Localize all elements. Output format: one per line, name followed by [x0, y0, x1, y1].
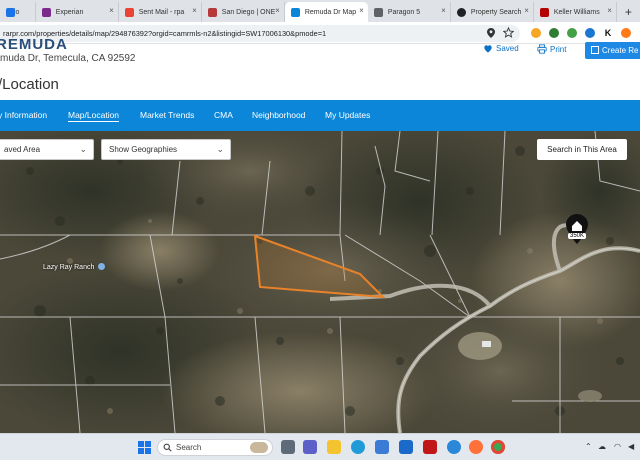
extension-icon[interactable]: [531, 28, 541, 38]
tab-paragon[interactable]: Paragon 5 ×: [368, 2, 451, 22]
satellite-map[interactable]: aved Area ⌄ Show Geographies ⌄ Search in…: [0, 131, 640, 433]
mcafee-icon[interactable]: [423, 440, 437, 454]
listing-marker-icon[interactable]: [566, 214, 588, 244]
tab-close-icon[interactable]: ×: [275, 6, 280, 15]
plus-icon: [591, 46, 599, 54]
tab-keller-williams[interactable]: Keller Williams ×: [534, 2, 617, 22]
search-highlight-icon: [250, 442, 268, 453]
property-header: REMUDA muda Dr, Temecula, CA 92592 /Loca…: [0, 36, 640, 100]
show-geographies-value: Show Geographies: [109, 145, 178, 154]
extensions-puzzle-icon[interactable]: [621, 28, 631, 38]
place-pin-icon: [98, 263, 106, 270]
create-report-button[interactable]: Create Re: [585, 42, 640, 59]
tab-label: Keller Williams: [553, 8, 600, 16]
tab-label: Remuda Dr Map: [304, 8, 357, 16]
print-label: Print: [550, 44, 567, 54]
chevron-down-icon: ⌄: [79, 144, 87, 154]
store-icon[interactable]: [375, 440, 389, 454]
property-nav: y Information Map/Location Market Trends…: [0, 100, 640, 131]
search-icon: [163, 443, 172, 452]
saved-label: Saved: [496, 44, 519, 53]
extension-icon[interactable]: [585, 28, 595, 38]
windows-taskbar: Search ⌃ ☁ ◠ ◀: [0, 433, 640, 460]
search-placeholder: Search: [176, 443, 202, 452]
tab-label: San Diego | ONE: [221, 8, 276, 16]
task-view-icon[interactable]: [281, 440, 295, 454]
saved-area-select[interactable]: aved Area ⌄: [0, 139, 94, 160]
tab-favicon: [290, 8, 300, 17]
tab-label: Property Search: [470, 8, 522, 16]
tab-io[interactable]: io: [0, 2, 36, 22]
property-title: REMUDA: [0, 36, 68, 53]
search-in-area-button[interactable]: Search in This Area: [537, 139, 627, 160]
tab-favicon: [6, 8, 15, 17]
extension-icon[interactable]: [567, 28, 577, 38]
extension-icon[interactable]: K: [603, 28, 613, 38]
tab-close-icon[interactable]: ×: [607, 6, 612, 15]
speaker-icon[interactable]: ◀: [628, 442, 634, 451]
heart-icon: [484, 45, 492, 53]
print-button[interactable]: Print: [537, 44, 566, 54]
satellite-terrain: [0, 131, 640, 433]
tab-map-location[interactable]: Map/Location: [68, 110, 120, 122]
tab-market-trends[interactable]: Market Trends: [140, 110, 194, 120]
gmail-icon: [124, 8, 134, 17]
location-pin-icon[interactable]: [487, 28, 495, 38]
tab-label: Paragon 5: [387, 8, 421, 16]
edge-icon[interactable]: [351, 440, 365, 454]
saved-button[interactable]: Saved: [483, 44, 519, 53]
saved-area-value: aved Area: [4, 145, 41, 154]
url-field[interactable]: rarpr.com/properties/details/map/2948763…: [0, 25, 520, 42]
new-tab-button[interactable]: +: [617, 2, 640, 22]
tab-label: Sent Mail - rpa: [138, 8, 185, 16]
place-label: Lazy Ray Ranch: [43, 263, 106, 271]
extension-icon[interactable]: [549, 28, 559, 38]
app-icon[interactable]: [447, 440, 461, 454]
tab-remuda-dr-map[interactable]: Remuda Dr Map ×: [284, 2, 368, 22]
app-icon[interactable]: [399, 440, 413, 454]
tab-cma[interactable]: CMA: [214, 110, 233, 120]
tab-property-search[interactable]: Property Search ×: [451, 2, 534, 22]
firefox-icon[interactable]: [469, 440, 483, 454]
chat-icon[interactable]: [303, 440, 317, 454]
create-label: Create Re: [602, 46, 639, 55]
address-bar: rarpr.com/properties/details/map/2948763…: [0, 22, 640, 44]
tab-label: Experian: [55, 8, 84, 16]
tab-experian[interactable]: Experian ×: [36, 2, 119, 22]
chevron-down-icon: ⌄: [216, 144, 224, 154]
tab-property-information[interactable]: y Information: [0, 110, 47, 120]
file-explorer-icon[interactable]: [327, 440, 341, 454]
tab-close-icon[interactable]: ×: [192, 6, 197, 15]
tab-neighborhood[interactable]: Neighborhood: [252, 110, 305, 120]
tab-close-icon[interactable]: ×: [359, 6, 364, 15]
tab-my-updates[interactable]: My Updates: [325, 110, 370, 120]
tab-close-icon[interactable]: ×: [441, 6, 446, 15]
tab-favicon: [373, 8, 383, 17]
tab-close-icon[interactable]: ×: [524, 6, 529, 15]
cloud-icon[interactable]: ☁: [598, 442, 606, 451]
tab-sent-mail[interactable]: Sent Mail - rpa ×: [119, 2, 202, 22]
tray-chevron-icon[interactable]: ⌃: [585, 442, 592, 451]
wifi-icon[interactable]: ◠: [614, 442, 621, 451]
print-icon: [537, 44, 547, 54]
listing-price-label[interactable]: 350K: [568, 233, 587, 239]
browser-tab-strip: io Experian × Sent Mail - rpa × San Dieg…: [0, 0, 640, 22]
windows-icon[interactable]: [138, 441, 151, 454]
tab-favicon: [456, 8, 466, 17]
tab-favicon: [41, 8, 51, 17]
property-address: muda Dr, Temecula, CA 92592: [0, 53, 136, 64]
page-title: /Location: [0, 76, 59, 93]
tab-san-diego[interactable]: San Diego | ONE ×: [202, 2, 285, 22]
chrome-icon[interactable]: [491, 440, 505, 454]
tab-favicon: [207, 8, 217, 17]
tab-favicon: [539, 8, 549, 17]
bookmark-star-icon[interactable]: [503, 27, 514, 38]
tab-close-icon[interactable]: ×: [109, 6, 114, 15]
taskbar-search-input[interactable]: Search: [157, 439, 273, 456]
show-geographies-select[interactable]: Show Geographies ⌄: [101, 139, 231, 160]
